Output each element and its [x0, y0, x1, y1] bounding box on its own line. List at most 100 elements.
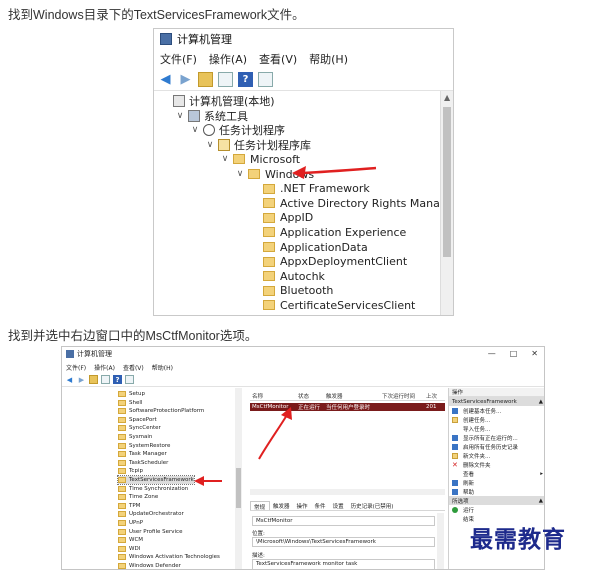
column-trigger[interactable]: 触发器 [326, 392, 382, 400]
tree-item[interactable]: .NET Framework [250, 182, 370, 196]
back-arrow-icon[interactable]: ◀ [65, 375, 74, 384]
tree-item[interactable]: TaskScheduler [118, 459, 168, 467]
tree-item[interactable]: Application Experience [250, 225, 406, 239]
tree-item[interactable]: TPM [118, 502, 140, 510]
scrollbar-thumb[interactable] [236, 468, 241, 508]
menu-view[interactable]: 查看(V) [123, 363, 144, 372]
help-icon[interactable]: ? [238, 72, 253, 87]
tab-history[interactable]: 历史记录(已禁用) [348, 501, 398, 510]
tree-item[interactable]: Sysmain [118, 433, 152, 441]
horizontal-scrollbar[interactable] [250, 489, 445, 495]
back-arrow-icon[interactable]: ◀ [158, 72, 173, 87]
tree-item[interactable]: UPnP [118, 519, 143, 527]
tree-item[interactable]: ∨ Windows [235, 167, 314, 181]
action-item[interactable]: 创建任务... [449, 415, 544, 424]
forward-arrow-icon[interactable]: ▶ [77, 375, 86, 384]
expand-chevron-icon[interactable]: ∨ [175, 111, 185, 121]
tree-item[interactable]: WCM [118, 536, 143, 544]
collapse-arrow-icon[interactable]: ▲ [539, 399, 543, 405]
tree-item[interactable]: Chkdsk [250, 313, 320, 316]
forward-arrow-icon[interactable]: ▶ [178, 72, 193, 87]
action-item[interactable]: 刷新 [449, 478, 544, 487]
tree-item[interactable]: TextServicesFramework [117, 475, 195, 485]
action-item[interactable]: ✕ 删除文件夹 [449, 460, 544, 469]
close-button[interactable]: ✕ [531, 349, 538, 358]
menu-file[interactable]: 文件(F) [66, 363, 86, 372]
task-location-field[interactable]: \Microsoft\Windows\TextServicesFramework [252, 537, 435, 547]
tree-item[interactable]: WDI [118, 545, 140, 553]
expand-chevron-icon[interactable]: ∨ [205, 140, 215, 150]
tree-item[interactable]: SpacePort [118, 416, 157, 424]
maximize-button[interactable]: □ [510, 349, 518, 358]
tree-item[interactable]: Time Synchronization [118, 485, 188, 493]
menu-help[interactable]: 帮助(H) [309, 51, 348, 67]
column-last-run[interactable]: 上次 [426, 392, 445, 400]
properties-icon[interactable] [101, 375, 110, 384]
help-icon[interactable]: ? [113, 375, 122, 384]
detail-scrollbar[interactable] [437, 513, 444, 569]
collapse-arrow-icon[interactable]: ▲ [539, 498, 543, 504]
action-item[interactable]: 显示所有正在运行的... [449, 433, 544, 442]
scrollbar-thumb[interactable] [443, 107, 451, 257]
tree-item[interactable]: ApplicationData [250, 240, 368, 254]
tab-actions[interactable]: 操作 [294, 501, 312, 510]
action-item[interactable]: 运行 [449, 505, 544, 514]
expand-chevron-icon[interactable]: ∨ [235, 169, 245, 179]
tree-item[interactable]: SoftwareProtectionPlatform [118, 407, 204, 415]
action-item[interactable]: 导入任务... [449, 424, 544, 433]
tree-item[interactable]: AppxDeploymentClient [250, 255, 407, 269]
action-item[interactable]: 查看 ▸ [449, 469, 544, 478]
up-folder-icon[interactable] [89, 375, 98, 384]
tree-item[interactable]: Windows Defender [118, 562, 181, 569]
action-item[interactable]: 帮助 [449, 487, 544, 496]
tab-general[interactable]: 常规 [250, 501, 271, 511]
tree-item[interactable]: Time Zone [118, 493, 158, 501]
actions-section-selected[interactable]: 所选项 ▲ [449, 496, 544, 505]
tab-conditions[interactable]: 条件 [312, 501, 330, 510]
menu-action[interactable]: 操作(A) [209, 51, 247, 67]
expand-chevron-icon[interactable]: ∨ [220, 154, 230, 164]
tree-item[interactable]: Windows Activation Technologies [118, 553, 220, 561]
task-name-field[interactable]: MsCtfMonitor [252, 516, 435, 526]
column-status[interactable]: 状态 [298, 392, 326, 400]
action-item[interactable]: 创建基本任务... [449, 406, 544, 415]
action-item[interactable]: 新文件夹... [449, 451, 544, 460]
tree-item[interactable]: Bluetooth [250, 284, 333, 298]
menu-action[interactable]: 操作(A) [94, 363, 115, 372]
tree-item[interactable]: ∨ 任务计划程序 [190, 123, 285, 137]
tab-settings[interactable]: 设置 [330, 501, 348, 510]
console-tree-icon[interactable] [258, 72, 273, 87]
tree-item[interactable]: Setup [118, 390, 145, 398]
tree-item[interactable]: Active Directory Rights Management Serv [250, 196, 453, 210]
actions-section-folder[interactable]: TextServicesFramework ▲ [449, 397, 544, 406]
tree-item[interactable]: SyncCenter [118, 424, 161, 432]
tree-item[interactable]: ∨ 任务计划程序库 [205, 138, 311, 152]
menu-file[interactable]: 文件(F) [160, 51, 197, 67]
console-tree-icon[interactable] [125, 375, 134, 384]
vertical-scrollbar[interactable]: ▲ [440, 91, 453, 315]
column-name[interactable]: 名称 [250, 392, 298, 400]
tab-triggers[interactable]: 触发器 [270, 501, 294, 510]
tree-item[interactable]: SystemRestore [118, 442, 170, 450]
menu-view[interactable]: 查看(V) [259, 51, 297, 67]
expand-chevron-icon[interactable]: ∨ [190, 125, 200, 135]
tree-item[interactable]: CertificateServicesClient [250, 298, 415, 312]
scroll-up-icon[interactable]: ▲ [444, 93, 450, 102]
tree-item[interactable]: Task Manager [118, 450, 167, 458]
minimize-button[interactable]: — [488, 349, 496, 358]
tree-item[interactable]: ∨ Microsoft [220, 152, 300, 166]
task-row-mscfmonitor[interactable]: MsCtfMonitor 正在运行 当任何用户登录时 201 [250, 403, 445, 411]
tree-item[interactable]: 计算机管理(本地) [160, 94, 275, 108]
action-item[interactable]: 启用所有任务历史记录 [449, 442, 544, 451]
tree-item[interactable]: UpdateOrchestrator [118, 510, 184, 518]
tree-item[interactable]: Shell [118, 399, 142, 407]
task-description-field[interactable]: TextServicesFramework monitor task [252, 559, 435, 569]
properties-icon[interactable] [218, 72, 233, 87]
tree-scrollbar[interactable] [235, 388, 242, 569]
tree-item[interactable]: ∨ 系统工具 [175, 109, 248, 123]
column-next-run[interactable]: 下次运行时间 [382, 392, 426, 400]
tree-item[interactable]: User Profile Service [118, 528, 182, 536]
menu-help[interactable]: 帮助(H) [152, 363, 173, 372]
tree-item[interactable]: AppID [250, 211, 313, 225]
tree-item[interactable]: Autochk [250, 269, 325, 283]
